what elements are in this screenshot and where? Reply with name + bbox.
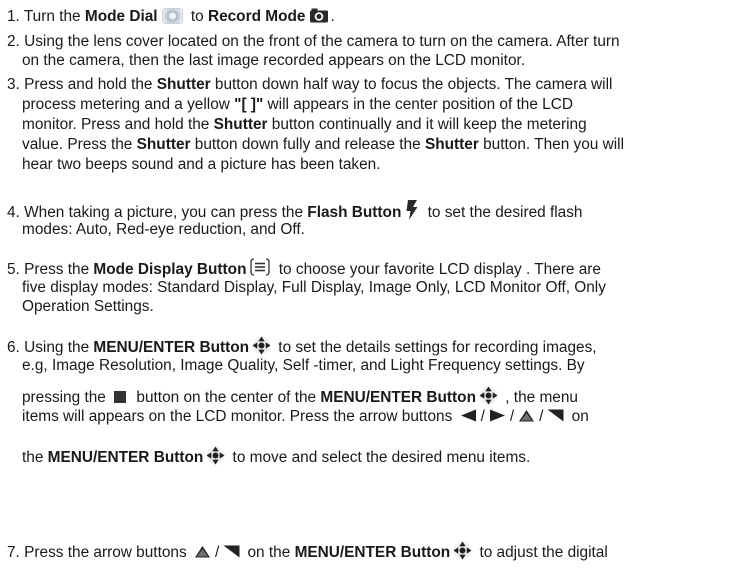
step-2-line-1: 2. Using the lens cover located on the f…	[7, 33, 620, 50]
mode-dial-icon	[161, 8, 183, 24]
four-way-pad-icon	[206, 446, 225, 465]
step-5-line-1: 5. Press the Mode Display Button to choo…	[7, 258, 601, 279]
step-3-line-4: value. Press the Shutter button down ful…	[22, 136, 624, 153]
step-3-line-2: process metering and a yellow "[ ]" will…	[22, 96, 573, 113]
record-mode-label: Record Mode	[207, 8, 306, 25]
four-way-pad-icon	[252, 336, 271, 355]
step-3-line-5: hear two beeps sound and a picture has b…	[22, 156, 381, 173]
mode-dial-label: Mode Dial	[84, 8, 158, 25]
center-square-button-icon	[114, 391, 127, 403]
right-arrow-icon	[489, 409, 506, 422]
up-arrow-icon	[518, 409, 535, 422]
up-arrow-icon	[194, 545, 211, 558]
step-3-line-3: monitor. Press and hold the Shutter butt…	[22, 116, 587, 133]
step-4-line-2: modes: Auto, Red-eye reduction, and Off.	[22, 221, 305, 238]
step-6-line-3: pressing the button on the center of the…	[22, 386, 578, 407]
step-6-line-2: e.g, Image Resolution, Image Quality, Se…	[22, 357, 585, 374]
step-4-line-1: 4. When taking a picture, you can press …	[7, 199, 582, 222]
camera-icon	[310, 8, 329, 23]
step-2-line-2: on the camera, then the last image recor…	[22, 52, 526, 69]
left-arrow-icon	[460, 409, 477, 422]
four-way-pad-icon	[479, 386, 498, 405]
step-5-line-2: five display modes: Standard Display, Fu…	[22, 279, 606, 296]
down-arrow-icon	[547, 409, 564, 422]
four-way-pad-icon	[453, 541, 472, 560]
down-arrow-icon	[223, 545, 240, 558]
step-6-line-4: items will appears on the LCD monitor. P…	[22, 408, 589, 425]
step-1: 1. Turn the Mode Dial to Record Mode.	[7, 8, 335, 25]
step-7-line-1: 7. Press the arrow buttons / on the MENU…	[7, 541, 608, 562]
step-5-line-3: Operation Settings.	[22, 298, 154, 315]
step-3-line-1: 3. Press and hold the Shutter button dow…	[7, 76, 613, 93]
flash-icon	[406, 200, 418, 220]
manual-page: 1. Turn the Mode Dial to Record Mode. 2.…	[0, 0, 749, 568]
step-6-line-5: the MENU/ENTER Button to move and select…	[22, 446, 530, 467]
step-6-line-1: 6. Using the MENU/ENTER Button to set th…	[7, 336, 597, 357]
display-mode-icon	[250, 258, 271, 276]
